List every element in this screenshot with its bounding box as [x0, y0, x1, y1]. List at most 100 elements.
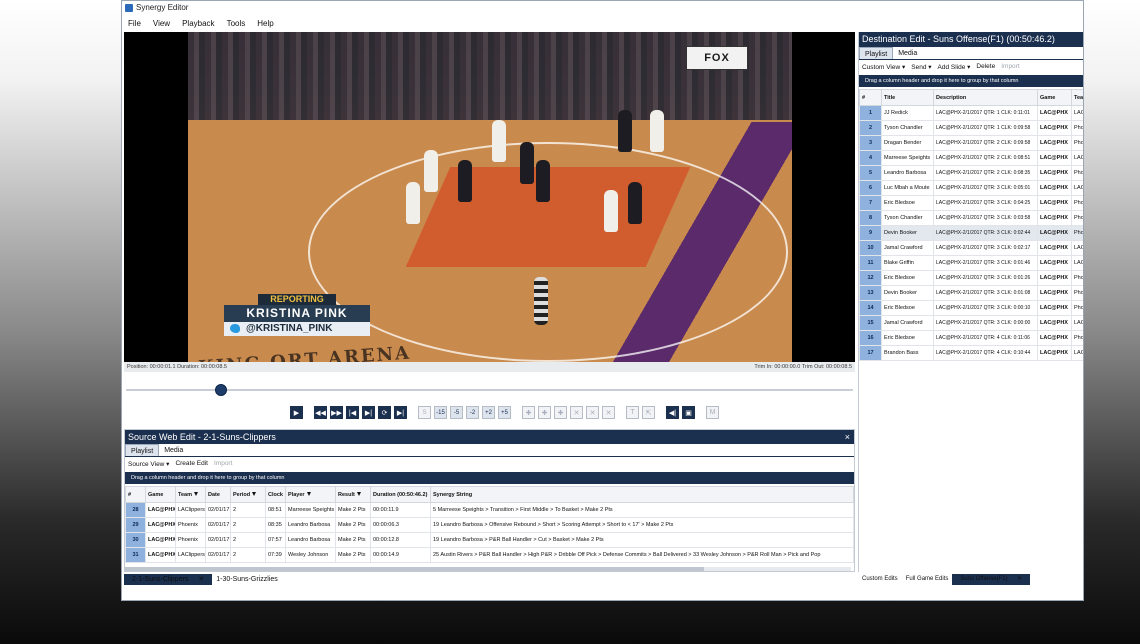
- export-icon[interactable]: ⇱: [642, 406, 655, 419]
- group-by-bar[interactable]: Drag a column header and drop it here to…: [125, 472, 854, 484]
- filter-icon[interactable]: [252, 492, 257, 497]
- step-button[interactable]: S: [418, 406, 431, 419]
- custom-view-dropdown[interactable]: Custom View ▾: [862, 63, 905, 71]
- text-tool-button[interactable]: T: [626, 406, 639, 419]
- create-edit-button[interactable]: Create Edit: [175, 460, 208, 467]
- tab-source-edit[interactable]: 1-30-Suns-Grizzlies: [212, 574, 281, 585]
- column-header[interactable]: Team: [1071, 89, 1083, 106]
- plus-icon[interactable]: ✚: [554, 406, 567, 419]
- x-icon[interactable]: ✕: [602, 406, 615, 419]
- step-button[interactable]: +2: [482, 406, 495, 419]
- close-icon[interactable]: ✕: [194, 576, 208, 583]
- column-header[interactable]: Game: [145, 486, 176, 503]
- menu-view[interactable]: View: [153, 19, 170, 28]
- screen-icon[interactable]: ▣: [682, 406, 695, 419]
- x-icon[interactable]: ✕: [586, 406, 599, 419]
- fast-forward-icon[interactable]: ▶▶: [330, 406, 343, 419]
- column-header[interactable]: Player: [285, 486, 336, 503]
- filter-icon[interactable]: [356, 492, 361, 497]
- tab-playlist[interactable]: Playlist: [125, 444, 160, 456]
- filter-icon[interactable]: [306, 492, 311, 497]
- add-slide-dropdown[interactable]: Add Slide ▾: [938, 63, 971, 71]
- step-button[interactable]: -15: [434, 406, 447, 419]
- horizontal-scrollbar[interactable]: [124, 567, 851, 571]
- column-header[interactable]: #: [859, 89, 882, 106]
- table-row[interactable]: 11 Blake Griffin LAC@PHX-2/1/2017 QTR: 3 C…: [859, 255, 1083, 271]
- video-player[interactable]: FOX REPORTING KRISTINA PINK @KRISTINA_PI…: [124, 32, 855, 372]
- table-row[interactable]: 30 LAC@PHX Phoenix 02/01/17 2 07:57 Lean…: [125, 532, 854, 548]
- next-icon[interactable]: ▶|: [394, 406, 407, 419]
- table-row[interactable]: 5 Leandro Barbosa LAC@PHX-2/1/2017 QTR: 2 …: [859, 165, 1083, 181]
- step-button[interactable]: +5: [498, 406, 511, 419]
- close-icon[interactable]: ×: [845, 430, 850, 444]
- timeline-handle[interactable]: [214, 384, 227, 396]
- cell-team: LAClip: [1071, 255, 1083, 271]
- tab-destination-edit[interactable]: Suns Offense(F1) ✕: [952, 574, 1031, 585]
- column-header[interactable]: Clock: [265, 486, 286, 503]
- play-icon[interactable]: ▶: [290, 406, 303, 419]
- table-row[interactable]: 10 Jamal Crawford LAC@PHX-2/1/2017 QTR: 3 …: [859, 240, 1083, 256]
- cell-game: LAC@PHX: [1037, 330, 1072, 346]
- skip-end-icon[interactable]: ▶|: [362, 406, 375, 419]
- table-row[interactable]: 1 JJ Redick LAC@PHX-2/1/2017 QTR: 1 CLK: 0…: [859, 105, 1083, 121]
- tab-custom-edits[interactable]: Custom Edits: [858, 574, 902, 585]
- column-header[interactable]: Synergy String: [430, 486, 854, 503]
- column-header[interactable]: Title: [881, 89, 934, 106]
- column-header[interactable]: Game: [1037, 89, 1072, 106]
- table-row[interactable]: 17 Brandon Bass LAC@PHX-2/1/2017 QTR: 4 CL…: [859, 345, 1083, 361]
- close-icon[interactable]: ✕: [1013, 576, 1026, 582]
- filter-icon[interactable]: [193, 492, 198, 497]
- table-row[interactable]: 15 Jamal Crawford LAC@PHX-2/1/2017 QTR: 3 …: [859, 315, 1083, 331]
- table-row[interactable]: 8 Tyson Chandler LAC@PHX-2/1/2017 QTR: 3 C…: [859, 210, 1083, 226]
- table-row[interactable]: 7 Eric Bledsoe LAC@PHX-2/1/2017 QTR: 3 CLK…: [859, 195, 1083, 211]
- column-header[interactable]: Description: [933, 89, 1038, 106]
- step-button[interactable]: -5: [450, 406, 463, 419]
- tab-media[interactable]: Media: [159, 444, 188, 456]
- menu-file[interactable]: File: [128, 19, 141, 28]
- scrollbar-thumb[interactable]: [124, 567, 704, 571]
- menu-help[interactable]: Help: [257, 19, 273, 28]
- column-header[interactable]: Duration (00:50:46.2): [370, 486, 431, 503]
- step-button[interactable]: -2: [466, 406, 479, 419]
- group-by-bar[interactable]: Drag a column header and drop it here to…: [859, 75, 1083, 87]
- timeline-track[interactable]: [126, 389, 853, 391]
- column-header[interactable]: Result: [335, 486, 371, 503]
- tab-full-game-edits[interactable]: Full Game Edits: [902, 574, 953, 585]
- import-button[interactable]: Import: [1001, 63, 1019, 70]
- send-dropdown[interactable]: Send ▾: [911, 63, 931, 71]
- menu-playback[interactable]: Playback: [182, 19, 214, 28]
- table-row[interactable]: 4 Marreese Speights LAC@PHX-2/1/2017 QTR: …: [859, 150, 1083, 166]
- table-row[interactable]: 9 Devin Booker LAC@PHX-2/1/2017 QTR: 3 CLK…: [859, 225, 1083, 241]
- table-row[interactable]: 3 Dragan Bender LAC@PHX-2/1/2017 QTR: 2 CL…: [859, 135, 1083, 151]
- loop-icon[interactable]: ⟳: [378, 406, 391, 419]
- column-header[interactable]: Team: [175, 486, 206, 503]
- table-row[interactable]: 12 Eric Bledsoe LAC@PHX-2/1/2017 QTR: 3 CL…: [859, 270, 1083, 286]
- plus-icon[interactable]: ✚: [522, 406, 535, 419]
- delete-button[interactable]: Delete: [976, 63, 995, 70]
- timeline-slider[interactable]: [126, 384, 853, 396]
- plus-icon[interactable]: ✚: [538, 406, 551, 419]
- table-row[interactable]: 6 Luc Mbah a Moute LAC@PHX-2/1/2017 QTR: 3…: [859, 180, 1083, 196]
- table-row[interactable]: 29 LAC@PHX Phoenix 02/01/17 2 08:35 Lean…: [125, 517, 854, 533]
- menu-tools[interactable]: Tools: [227, 19, 246, 28]
- mark-button[interactable]: M: [706, 406, 719, 419]
- column-header[interactable]: Date: [205, 486, 231, 503]
- table-row[interactable]: 14 Eric Bledsoe LAC@PHX-2/1/2017 QTR: 3 CL…: [859, 300, 1083, 316]
- table-row[interactable]: 16 Eric Bledsoe LAC@PHX-2/1/2017 QTR: 4 CL…: [859, 330, 1083, 346]
- cell-duration: 00:00:11.9: [370, 502, 431, 518]
- table-row[interactable]: 2 Tyson Chandler LAC@PHX-2/1/2017 QTR: 1 C…: [859, 120, 1083, 136]
- x-icon[interactable]: ✕: [570, 406, 583, 419]
- table-row[interactable]: 13 Devin Booker LAC@PHX-2/1/2017 QTR: 3 CL…: [859, 285, 1083, 301]
- rewind-icon[interactable]: ◀◀: [314, 406, 327, 419]
- tab-media[interactable]: Media: [893, 47, 922, 59]
- column-header[interactable]: #: [125, 486, 146, 503]
- skip-start-icon[interactable]: |◀: [346, 406, 359, 419]
- table-row[interactable]: 28 LAC@PHX LAClippers 02/01/17 2 08:51 M…: [125, 502, 854, 518]
- column-header[interactable]: Period: [230, 486, 266, 503]
- tab-playlist[interactable]: Playlist: [859, 47, 894, 59]
- audio-icon[interactable]: ◀|: [666, 406, 679, 419]
- tab-source-edit[interactable]: 2-1-Suns-Clippers ✕: [124, 574, 213, 585]
- source-view-dropdown[interactable]: Source View ▾: [128, 460, 169, 468]
- import-button[interactable]: Import: [214, 460, 232, 467]
- table-row[interactable]: 31 LAC@PHX LAClippers 02/01/17 2 07:39 W…: [125, 547, 854, 563]
